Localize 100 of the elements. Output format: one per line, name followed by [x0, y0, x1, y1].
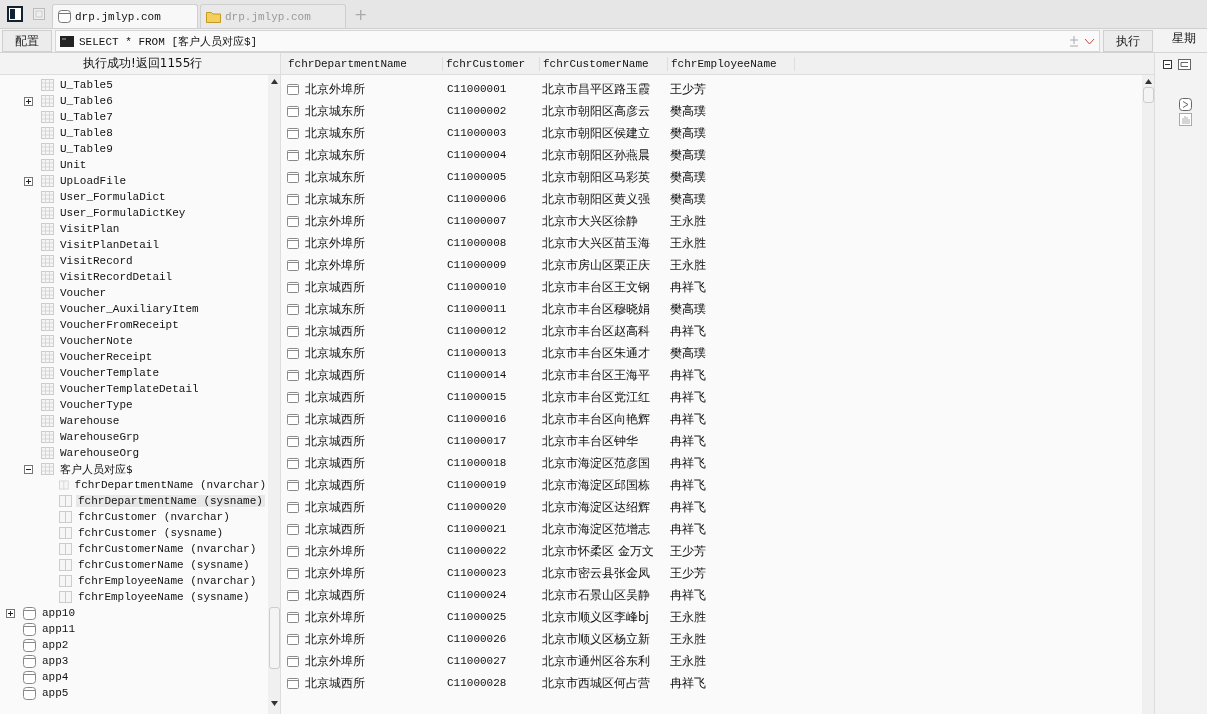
table-cell: 北京城西所: [305, 388, 365, 406]
tree-item[interactable]: U_Table5: [58, 79, 115, 91]
tree-item[interactable]: Voucher: [58, 287, 109, 299]
tree-item[interactable]: U_Table7: [58, 111, 115, 123]
tree-item[interactable]: UpLoadFile: [58, 175, 128, 187]
record-icon: [287, 633, 299, 645]
tree-item[interactable]: User_FormulaDict: [58, 191, 168, 203]
tree-item[interactable]: Voucher_AuxiliaryItem: [58, 303, 201, 315]
scroll-up-icon[interactable]: [1144, 79, 1152, 84]
tree-item[interactable]: WarehouseOrg: [58, 447, 142, 459]
column-header[interactable]: fchrCustomerName: [540, 56, 668, 71]
tree-item[interactable]: fchrEmployeeName (nvarchar): [76, 575, 259, 587]
record-icon: [287, 105, 299, 117]
record-icon: [287, 655, 299, 667]
tree-item[interactable]: Unit: [58, 159, 89, 171]
record-icon: [287, 479, 299, 491]
table-cell-text: 冉祥飞: [670, 520, 707, 538]
record-icon: [287, 303, 299, 315]
tree-item[interactable]: app2: [40, 639, 71, 651]
table-cell-text: C11000010: [446, 281, 508, 293]
table-icon: [41, 383, 54, 395]
table-cell-text: 北京市丰台区向艳辉: [542, 410, 651, 428]
tree-item[interactable]: fchrCustomer (sysname): [76, 527, 226, 539]
table-cell: 北京外埠所: [305, 652, 365, 670]
collapse-icon[interactable]: [24, 464, 33, 474]
table-cell-text: C11000026: [446, 633, 508, 645]
tree-item[interactable]: U_Table8: [58, 127, 115, 139]
tree-item[interactable]: fchrCustomerName (sysname): [76, 559, 252, 571]
table-icon: [41, 191, 54, 203]
table-cell-text: 北京市海淀区邱国栋: [542, 476, 651, 494]
tree-item[interactable]: app3: [40, 655, 71, 667]
database-icon: [23, 686, 36, 700]
tree-item[interactable]: VisitRecord: [58, 255, 135, 267]
dropdown-caret-icon[interactable]: [1084, 37, 1095, 45]
config-button[interactable]: 配置: [2, 30, 52, 52]
scroll-down-icon[interactable]: [270, 701, 278, 706]
record-icon: [287, 413, 299, 425]
collapse-icon[interactable]: [1163, 60, 1172, 69]
table-icon: [41, 447, 54, 459]
column-header[interactable]: fchrCustomer: [443, 56, 540, 71]
database-icon: [23, 622, 36, 636]
database-icon: [23, 638, 36, 652]
tree-item[interactable]: VisitRecordDetail: [58, 271, 175, 283]
table-icon: [41, 463, 54, 475]
table-cell-text: 樊高璞: [670, 300, 707, 318]
expand-icon[interactable]: [24, 176, 33, 186]
table-cell-text: C11000022: [446, 545, 508, 557]
tree-item[interactable]: app4: [40, 671, 71, 683]
window-icon[interactable]: [1178, 59, 1191, 70]
table-cell-text: 北京市房山区栗正庆: [542, 256, 651, 274]
tree-item[interactable]: VoucherTemplate: [58, 367, 162, 379]
tree-item[interactable]: VisitPlanDetail: [58, 239, 162, 251]
table-icon: [41, 79, 54, 91]
column-header[interactable]: fchrDepartmentName: [285, 56, 443, 71]
tree-item[interactable]: fchrCustomerName (nvarchar): [76, 543, 259, 555]
tree-item[interactable]: User_FormulaDictKey: [58, 207, 188, 219]
panel-toggle-icon[interactable]: [7, 6, 23, 22]
tree-item[interactable]: WarehouseGrp: [58, 431, 142, 443]
expand-icon[interactable]: [24, 96, 33, 106]
tree-item[interactable]: 客户人员对应$: [58, 461, 135, 477]
folder-icon: [206, 10, 221, 23]
table-cell: 北京城西所: [305, 454, 365, 472]
tree-item[interactable]: VisitPlan: [58, 223, 122, 235]
scrollbar-thumb[interactable]: [1143, 87, 1154, 103]
column-header[interactable]: fchrEmployeeName: [668, 56, 795, 71]
tree-item[interactable]: U_Table6: [58, 95, 115, 107]
tree-item[interactable]: app11: [40, 623, 77, 635]
table-icon: [41, 175, 54, 187]
tree-item[interactable]: VoucherTemplateDetail: [58, 383, 201, 395]
table-icon: [41, 255, 54, 267]
table-icon: [41, 127, 54, 139]
table-cell: 北京外埠所: [305, 234, 365, 252]
table-cell-text: C11000006: [446, 193, 508, 205]
tree-item[interactable]: VoucherNote: [58, 335, 135, 347]
table-cell: 北京城西所: [305, 498, 365, 516]
browser-tab[interactable]: drp.jmlyp.com: [52, 4, 198, 28]
table-cell: 北京城东所: [305, 300, 365, 318]
table-cell: 北京城西所: [305, 278, 365, 296]
tree-item[interactable]: Warehouse: [58, 415, 122, 427]
table-icon: [41, 159, 54, 171]
scrollbar-thumb[interactable]: [269, 607, 280, 669]
record-icon: [287, 347, 299, 359]
table-cell-text: C11000012: [446, 325, 508, 337]
tree-item[interactable]: VoucherFromReceipt: [58, 319, 181, 331]
table-cell-text: 北京市海淀区范增志: [542, 520, 651, 538]
run-button[interactable]: 执行: [1103, 30, 1153, 52]
scroll-up-icon[interactable]: [270, 79, 278, 84]
tree-item[interactable]: U_Table9: [58, 143, 115, 155]
tree-item[interactable]: fchrDepartmentName (nvarchar): [72, 479, 268, 491]
tree-item[interactable]: fchrEmployeeName (sysname): [76, 591, 252, 603]
tree-item[interactable]: app10: [40, 607, 77, 619]
expand-icon[interactable]: [6, 608, 15, 618]
tree-item[interactable]: fchrDepartmentName (sysname): [76, 495, 265, 507]
tree-item[interactable]: app5: [40, 687, 71, 699]
play-icon[interactable]: [1179, 98, 1192, 111]
tree-item[interactable]: VoucherType: [58, 399, 135, 411]
query-field[interactable]: SELECT * FROM [客户人员对应$]: [55, 30, 1100, 52]
table-cell-text: 北京市顺义区杨立新: [542, 630, 651, 648]
tree-item[interactable]: fchrCustomer (nvarchar): [76, 511, 232, 523]
tree-item[interactable]: VoucherReceipt: [58, 351, 155, 363]
